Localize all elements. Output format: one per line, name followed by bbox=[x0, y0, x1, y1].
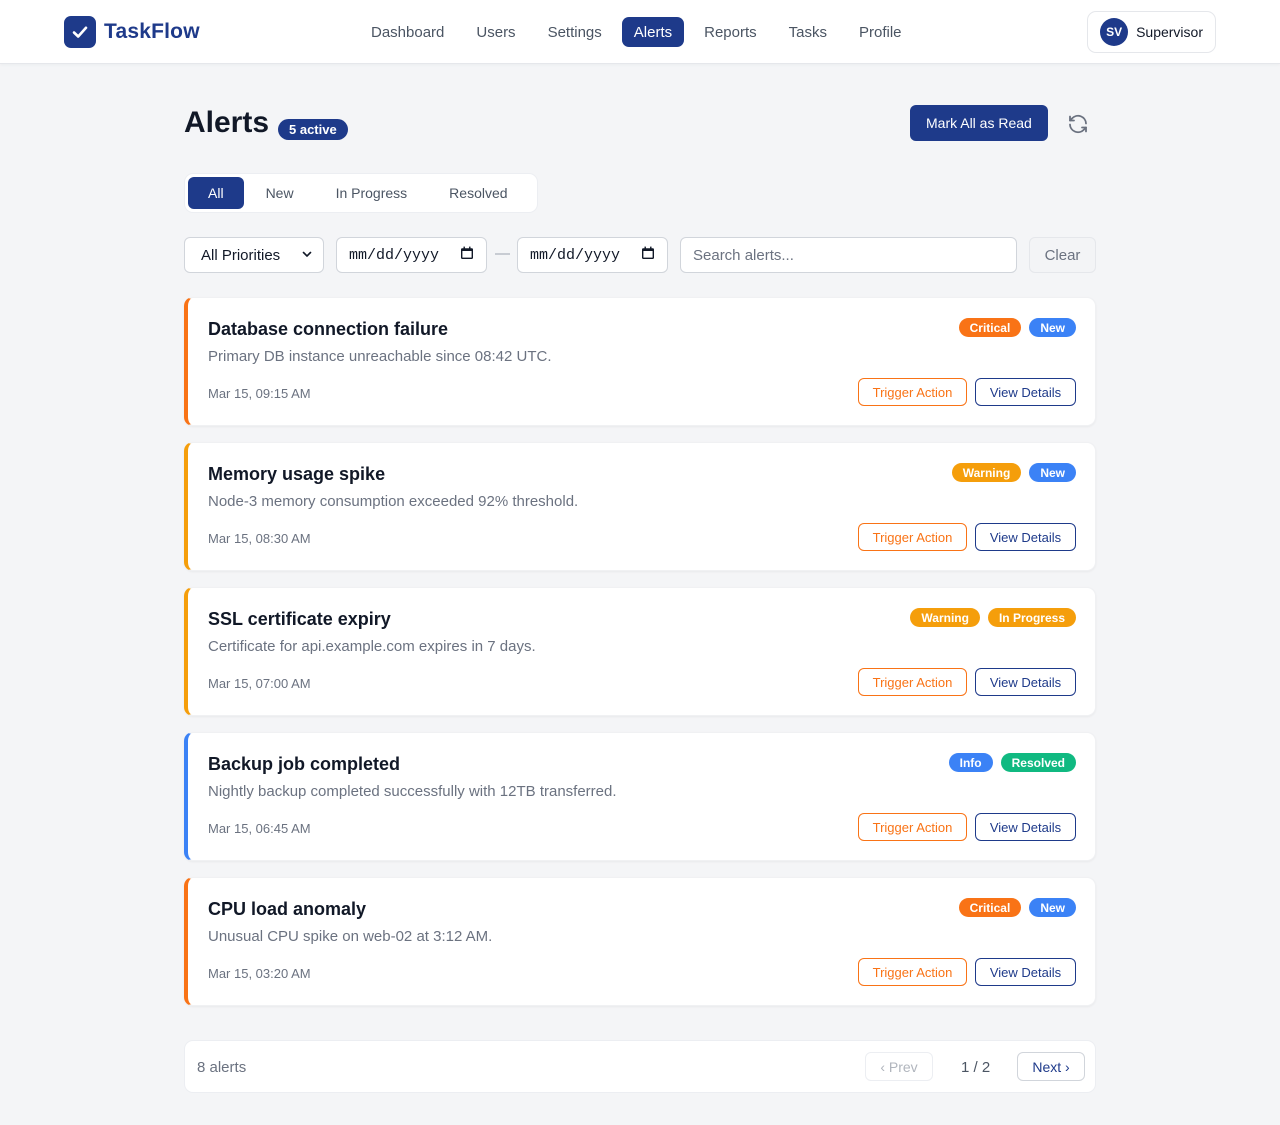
trigger-action-button[interactable]: Trigger Action bbox=[858, 813, 967, 841]
alert-actions: Trigger Action View Details bbox=[858, 668, 1076, 696]
search-placeholder: Search alerts... bbox=[693, 246, 794, 264]
date-from-placeholder: mm/dd/yyyy bbox=[349, 246, 440, 264]
alert-badges: Warning In Progress bbox=[910, 608, 1076, 627]
nav-item-tasks[interactable]: Tasks bbox=[777, 17, 839, 47]
alert-actions: Trigger Action View Details bbox=[858, 523, 1076, 551]
chevron-down-icon bbox=[301, 247, 313, 264]
priority-select[interactable]: All Priorities bbox=[184, 237, 324, 273]
alert-title: Database connection failure bbox=[208, 319, 449, 339]
nav-item-alerts[interactable]: Alerts bbox=[621, 17, 685, 47]
trigger-action-button[interactable]: Trigger Action bbox=[858, 378, 967, 406]
status-tabs: All New In Progress Resolved bbox=[184, 173, 538, 213]
alert-actions: Trigger Action View Details bbox=[858, 813, 1076, 841]
status-badge: New bbox=[1029, 463, 1076, 482]
main-nav: Dashboard Users Settings Alerts Reports … bbox=[359, 17, 914, 47]
brand[interactable]: TaskFlow bbox=[64, 16, 200, 48]
alert-timestamp: Mar 15, 03:20 AM bbox=[208, 966, 311, 981]
next-page-button[interactable]: Next › bbox=[1017, 1052, 1085, 1081]
tab-all[interactable]: All bbox=[188, 177, 244, 209]
priority-badge: Info bbox=[948, 753, 993, 772]
alert-badges: Warning New bbox=[951, 463, 1076, 482]
alert-description: Node-3 memory consumption exceeded 92% t… bbox=[208, 493, 579, 510]
priority-badge: Critical bbox=[958, 898, 1022, 917]
view-details-button[interactable]: View Details bbox=[975, 958, 1076, 986]
trigger-action-button[interactable]: Trigger Action bbox=[858, 668, 967, 696]
alert-timestamp: Mar 15, 06:45 AM bbox=[208, 821, 311, 836]
alert-badges: Critical New bbox=[958, 898, 1076, 917]
alert-actions: Trigger Action View Details bbox=[858, 958, 1076, 986]
alert-badges: Critical New bbox=[958, 318, 1076, 337]
calendar-icon[interactable] bbox=[460, 246, 474, 265]
calendar-icon[interactable] bbox=[641, 246, 655, 265]
alert-actions: Trigger Action View Details bbox=[858, 378, 1076, 406]
view-details-button[interactable]: View Details bbox=[975, 523, 1076, 551]
alert-title: CPU load anomaly bbox=[208, 899, 367, 919]
clear-filters-button[interactable]: Clear bbox=[1029, 237, 1096, 273]
status-badge: New bbox=[1029, 318, 1076, 337]
nav-item-users[interactable]: Users bbox=[464, 17, 527, 47]
alert-timestamp: Mar 15, 07:00 AM bbox=[208, 676, 311, 691]
view-details-button[interactable]: View Details bbox=[975, 813, 1076, 841]
prev-page-button[interactable]: ‹ Prev bbox=[865, 1052, 933, 1081]
search-input[interactable]: Search alerts... bbox=[680, 237, 1017, 273]
alert-card[interactable]: Backup job completed Info Resolved Night… bbox=[184, 732, 1096, 861]
trigger-action-button[interactable]: Trigger Action bbox=[858, 523, 967, 551]
alert-description: Nightly backup completed successfully wi… bbox=[208, 783, 617, 800]
priority-select-value: All Priorities bbox=[201, 246, 281, 264]
page-title: Alerts bbox=[184, 106, 270, 139]
date-to-input[interactable]: mm/dd/yyyy bbox=[517, 237, 668, 273]
tab-resolved[interactable]: Resolved bbox=[429, 177, 527, 209]
status-badge: In Progress bbox=[987, 608, 1076, 627]
nav-item-reports[interactable]: Reports bbox=[692, 17, 769, 47]
active-count-badge: 5 active bbox=[278, 119, 348, 140]
alert-card[interactable]: Database connection failure Critical New… bbox=[184, 297, 1096, 426]
pagination: 8 alerts ‹ Prev 1 / 2 Next › bbox=[184, 1040, 1096, 1093]
mark-all-read-button[interactable]: Mark All as Read bbox=[910, 105, 1048, 141]
checkmark-logo-icon bbox=[64, 16, 96, 48]
top-navbar: TaskFlow Dashboard Users Settings Alerts… bbox=[0, 0, 1280, 64]
alert-card[interactable]: CPU load anomaly Critical New Unusual CP… bbox=[184, 877, 1096, 1006]
alert-title: Backup job completed bbox=[208, 754, 401, 774]
nav-item-profile[interactable]: Profile bbox=[847, 17, 914, 47]
priority-badge: Critical bbox=[958, 318, 1022, 337]
alert-timestamp: Mar 15, 09:15 AM bbox=[208, 386, 311, 401]
alert-description: Primary DB instance unreachable since 08… bbox=[208, 348, 552, 365]
status-badge: New bbox=[1029, 898, 1076, 917]
alert-card[interactable]: SSL certificate expiry Warning In Progre… bbox=[184, 587, 1096, 716]
alert-count: 8 alerts bbox=[197, 1059, 247, 1076]
alert-description: Certificate for api.example.com expires … bbox=[208, 638, 536, 655]
nav-item-settings[interactable]: Settings bbox=[536, 17, 614, 47]
view-details-button[interactable]: View Details bbox=[975, 668, 1076, 696]
alert-badges: Info Resolved bbox=[948, 753, 1076, 772]
status-badge: Resolved bbox=[1000, 753, 1076, 772]
trigger-action-button[interactable]: Trigger Action bbox=[858, 958, 967, 986]
alert-timestamp: Mar 15, 08:30 AM bbox=[208, 531, 311, 546]
date-to-placeholder: mm/dd/yyyy bbox=[530, 246, 621, 264]
page-header: Alerts 5 active Mark All as Read bbox=[184, 64, 1096, 176]
app-name: TaskFlow bbox=[104, 20, 200, 43]
date-from-input[interactable]: mm/dd/yyyy bbox=[336, 237, 487, 273]
alerts-page: Alerts 5 active Mark All as Read All New… bbox=[184, 64, 1096, 1093]
tab-new[interactable]: New bbox=[246, 177, 314, 209]
alert-description: Unusual CPU spike on web-02 at 3:12 AM. bbox=[208, 928, 493, 945]
tab-in-progress[interactable]: In Progress bbox=[316, 177, 428, 209]
alert-card[interactable]: Memory usage spike Warning New Node-3 me… bbox=[184, 442, 1096, 571]
view-details-button[interactable]: View Details bbox=[975, 378, 1076, 406]
alert-title: Memory usage spike bbox=[208, 464, 386, 484]
priority-badge: Warning bbox=[951, 463, 1022, 482]
filter-bar: All Priorities mm/dd/yyyy — mm/dd/yyyy S… bbox=[184, 237, 1096, 273]
user-name: Supervisor bbox=[1136, 24, 1203, 40]
alert-title: SSL certificate expiry bbox=[208, 609, 391, 629]
priority-badge: Warning bbox=[910, 608, 980, 627]
alert-list: Database connection failure Critical New… bbox=[184, 297, 1096, 1022]
refresh-icon[interactable] bbox=[1066, 112, 1090, 136]
nav-item-dashboard[interactable]: Dashboard bbox=[359, 17, 456, 47]
date-range-separator: — bbox=[495, 245, 510, 262]
user-menu-button[interactable]: SV Supervisor bbox=[1087, 11, 1216, 53]
avatar: SV bbox=[1100, 18, 1129, 46]
page-indicator: 1 / 2 bbox=[961, 1059, 991, 1076]
